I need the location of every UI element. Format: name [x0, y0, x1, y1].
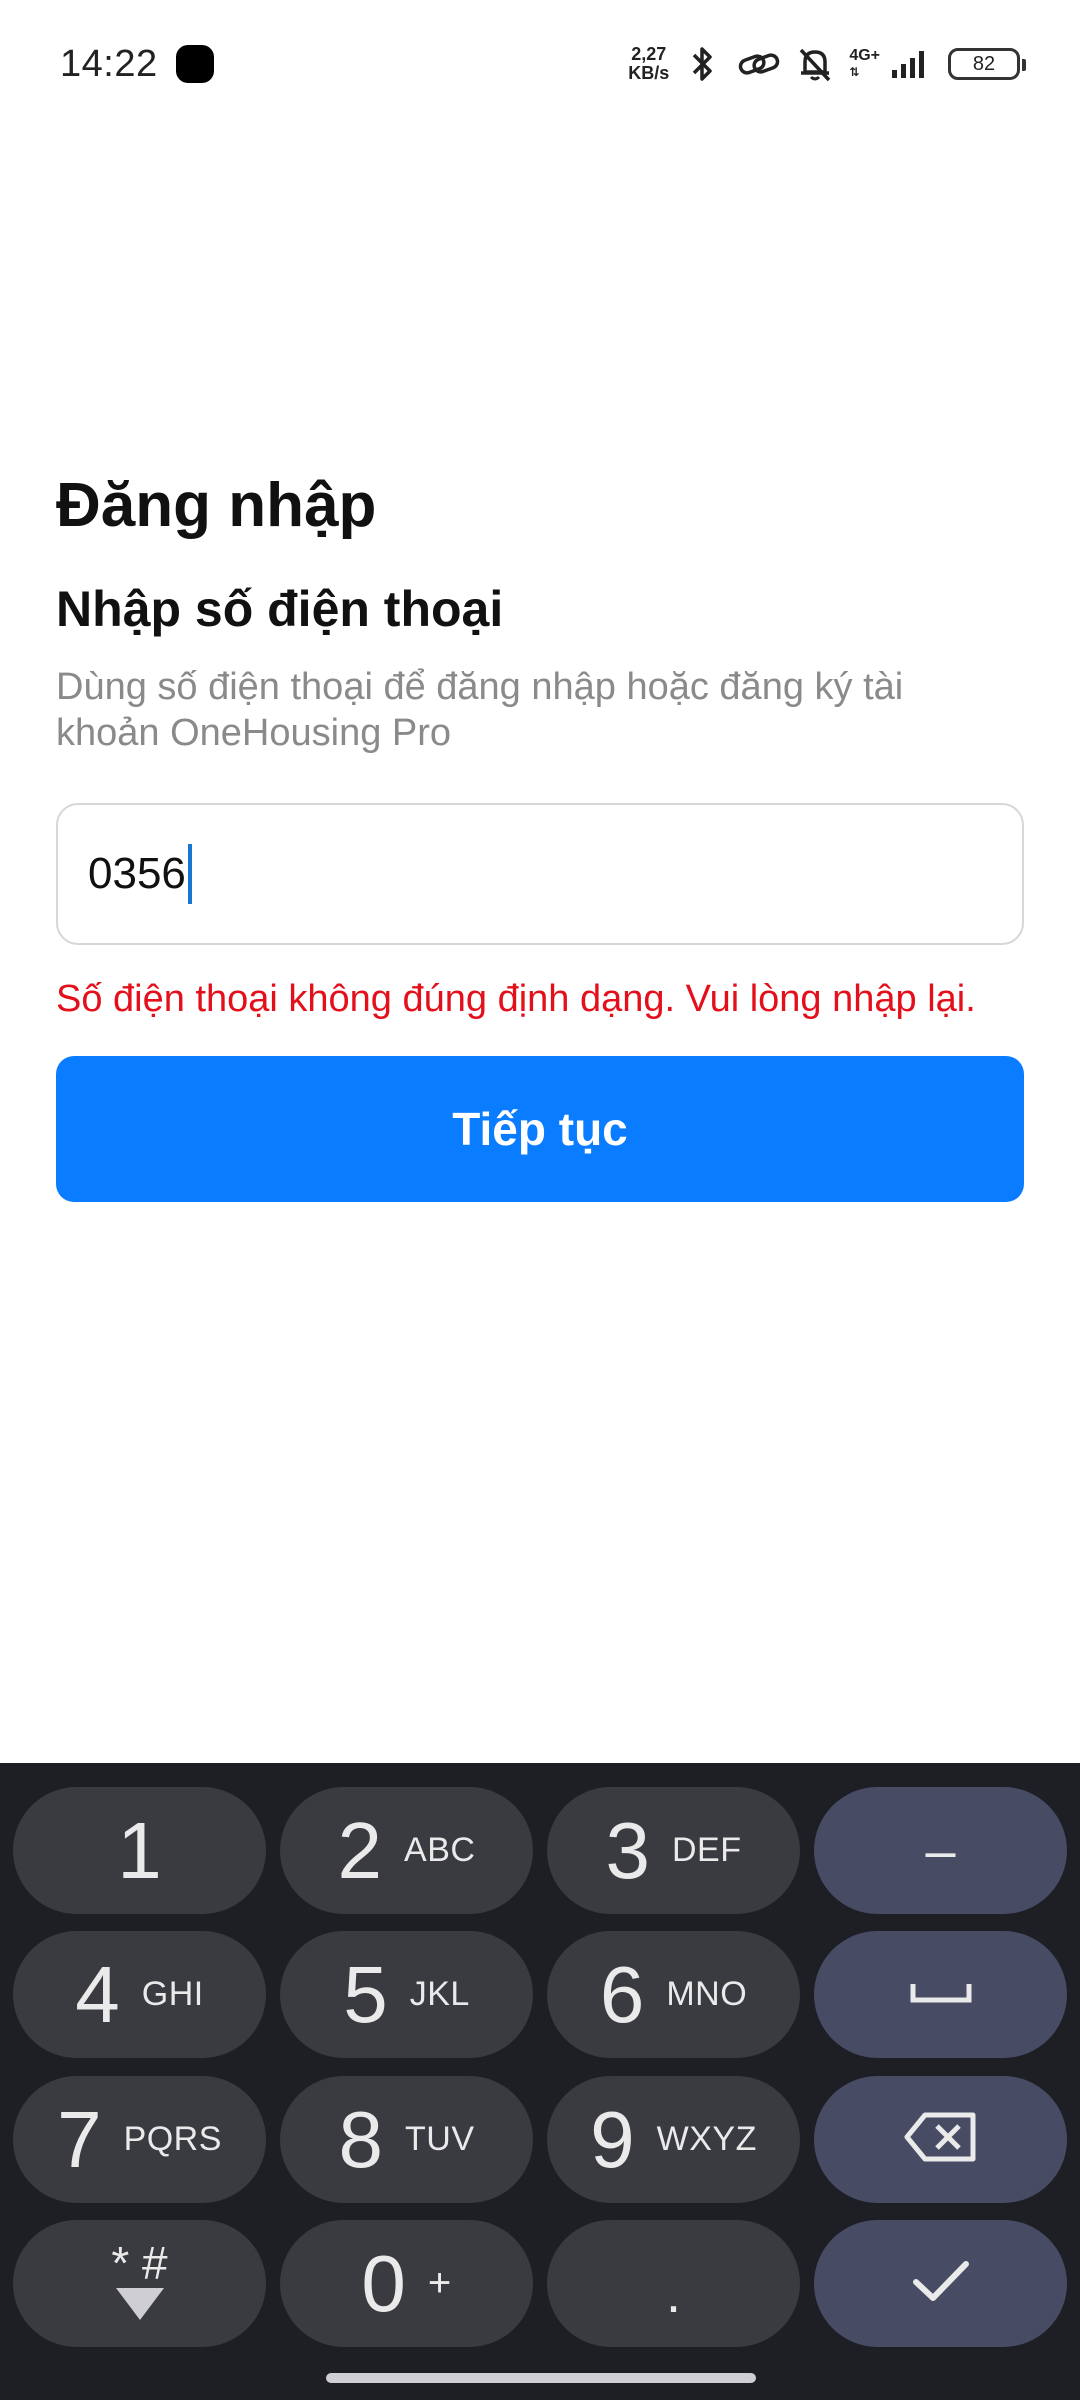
error-message: Số điện thoại không đúng định dạng. Vui …	[56, 978, 976, 1020]
login-screen: 14:22 2,27 KB/s 4G+ ⇅ 82 Đăng nhập Nhập …	[0, 0, 1080, 2400]
space-icon	[909, 1978, 973, 2011]
key-4[interactable]: 4 GHI	[13, 1931, 266, 2058]
home-gesture-bar[interactable]	[326, 2373, 756, 2383]
key-minus[interactable]: –	[814, 1787, 1067, 1914]
key-2[interactable]: 2 ABC	[280, 1787, 533, 1914]
phone-number-input[interactable]: 0356	[56, 803, 1024, 945]
key-space[interactable]	[814, 1931, 1067, 2058]
network-speed: 2,27 KB/s	[628, 45, 669, 83]
battery-indicator: 82	[948, 48, 1026, 80]
backspace-icon	[903, 2109, 979, 2170]
numeric-keyboard: 1 2 ABC 3 DEF – 4 GHI 5 JKL 6 MNO 7 PQRS…	[0, 1763, 1080, 2400]
notification-app-icon	[175, 45, 214, 83]
key-9[interactable]: 9 WXYZ	[547, 2076, 800, 2203]
key-0[interactable]: 0 +	[280, 2220, 533, 2347]
signal-icon	[888, 42, 932, 86]
status-time: 14:22	[60, 42, 158, 85]
bluetooth-icon	[681, 42, 725, 86]
network-speed-unit: KB/s	[628, 63, 670, 83]
continue-button[interactable]: Tiếp tục	[56, 1056, 1024, 1202]
key-3[interactable]: 3 DEF	[547, 1787, 800, 1914]
key-1[interactable]: 1	[13, 1787, 266, 1914]
description-text: Dùng số điện thoại để đăng nhập hoặc đăn…	[56, 666, 904, 754]
key-dot[interactable]: .	[547, 2220, 800, 2347]
phone-number-value: 0356	[88, 849, 186, 898]
network-speed-value: 2,27	[631, 44, 667, 64]
keyboard-hide-icon	[114, 2286, 166, 2327]
key-6[interactable]: 6 MNO	[547, 1931, 800, 2058]
key-star-hash[interactable]: * #	[13, 2220, 266, 2347]
status-bar: 14:22 2,27 KB/s 4G+ ⇅ 82	[0, 0, 1080, 128]
key-8[interactable]: 8 TUV	[280, 2076, 533, 2203]
network-type: 4G+ ⇅	[849, 47, 880, 80]
data-arrows-icon: ⇅	[849, 65, 860, 79]
key-5[interactable]: 5 JKL	[280, 1931, 533, 2058]
section-subtitle: Nhập số điện thoại	[56, 581, 504, 637]
bell-muted-icon	[793, 42, 837, 86]
key-done[interactable]	[814, 2220, 1067, 2347]
checkmark-icon	[911, 2258, 971, 2309]
link-icon	[737, 42, 781, 86]
page-title: Đăng nhập	[56, 471, 377, 540]
key-7[interactable]: 7 PQRS	[13, 2076, 266, 2203]
key-backspace[interactable]	[814, 2076, 1067, 2203]
text-cursor	[187, 844, 192, 904]
